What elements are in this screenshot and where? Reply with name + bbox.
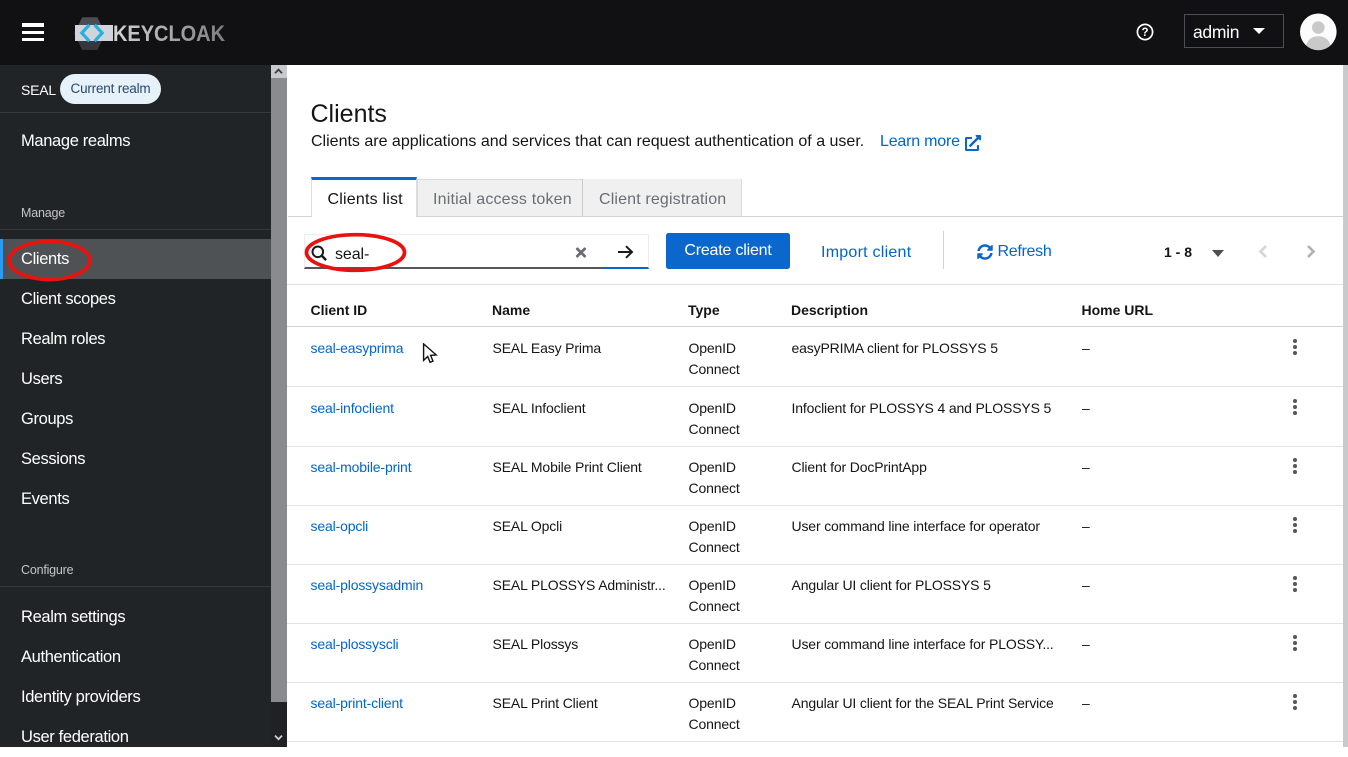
svg-text:KEYCLOAK: KEYCLOAK <box>113 21 226 46</box>
svg-text:?: ? <box>1141 27 1148 39</box>
